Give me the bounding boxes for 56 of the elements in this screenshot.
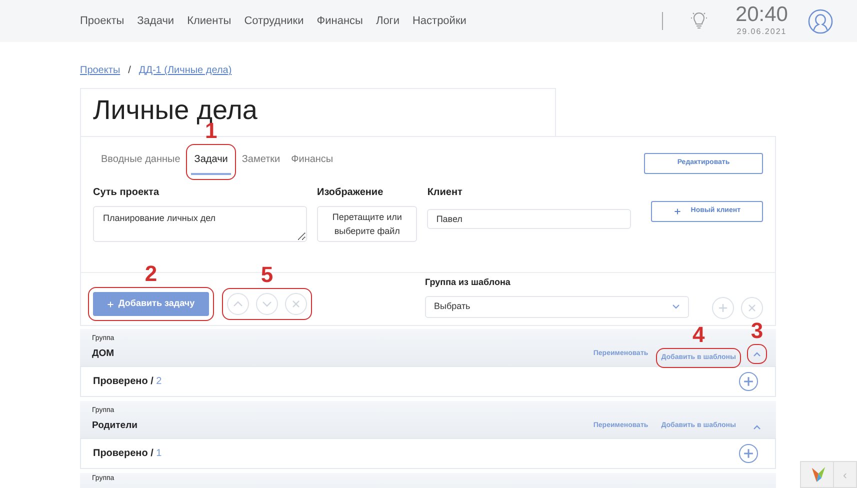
add-task-circle-button[interactable] xyxy=(739,372,758,391)
nav-link[interactable]: Логи xyxy=(376,12,400,30)
close-icon xyxy=(291,299,301,309)
lightbulb-icon[interactable] xyxy=(691,12,708,30)
summary-textarea[interactable]: Планирование личных дел xyxy=(93,206,307,242)
clock-date: 29.06.2021 xyxy=(736,26,787,38)
add-task-circle-button[interactable] xyxy=(739,444,758,463)
add-group-button[interactable] xyxy=(712,297,734,319)
field-label: Клиент xyxy=(427,186,464,200)
breadcrumb-link[interactable]: Проекты xyxy=(80,63,120,78)
nav-link[interactable]: Задачи xyxy=(137,12,174,30)
field-label: Суть проекта xyxy=(93,186,160,200)
client-input[interactable]: Павел xyxy=(427,209,632,229)
nav-link[interactable]: Клиенты xyxy=(187,12,232,30)
callout-frame xyxy=(186,144,236,180)
tab[interactable]: Вводные данные xyxy=(98,149,184,175)
chevron-down-icon xyxy=(262,299,272,309)
group-name: ДОМ xyxy=(92,346,114,361)
section-title: Проверено / 1 xyxy=(93,447,162,461)
plus-icon xyxy=(743,448,754,459)
nav-link[interactable]: Сотрудники xyxy=(244,12,304,30)
close-icon xyxy=(747,303,757,313)
breadcrumb-link[interactable]: ДД-1 (Личные дела) xyxy=(138,63,232,78)
logo-icon[interactable] xyxy=(810,466,827,483)
field-label: Группа из шаблона xyxy=(425,276,512,290)
move-down-button[interactable] xyxy=(256,293,278,315)
callout-number: 2 xyxy=(144,263,158,285)
callout-number: 4 xyxy=(692,324,705,346)
add-task-button[interactable]: Добавить задачу xyxy=(93,292,209,316)
move-up-button[interactable] xyxy=(227,293,249,315)
chevron-up-icon xyxy=(233,299,243,309)
breadcrumb-separator: / xyxy=(128,64,131,78)
callout-frame xyxy=(747,344,767,364)
chevron-down-icon xyxy=(672,304,680,310)
clear-button[interactable] xyxy=(741,297,763,319)
tab[interactable]: Финансы xyxy=(288,149,336,175)
plus-icon xyxy=(743,376,754,387)
template-select[interactable]: Выбрать xyxy=(425,296,689,318)
callout-number: 5 xyxy=(260,264,274,286)
group-name: Родители xyxy=(92,418,138,433)
nav-link[interactable]: Настройки xyxy=(412,12,466,30)
tab[interactable]: Заметки xyxy=(238,149,284,175)
tab[interactable]: Задачи xyxy=(191,149,231,175)
nav-link[interactable]: Финансы xyxy=(316,12,363,30)
plus-icon xyxy=(674,208,681,215)
callout-number: 3 xyxy=(750,320,764,342)
page-title: Личные дела xyxy=(93,97,258,124)
plus-icon xyxy=(718,303,728,313)
file-drop-zone[interactable]: Перетащите или выберите файл xyxy=(317,206,418,242)
plus-icon xyxy=(107,300,114,308)
section-title: Проверено / 2 xyxy=(93,375,162,389)
user-avatar-icon[interactable] xyxy=(808,8,833,34)
field-label: Изображение xyxy=(317,186,384,200)
nav-link[interactable]: Проекты xyxy=(80,12,124,30)
remove-button[interactable] xyxy=(285,293,307,315)
clock-time: 20:40 xyxy=(735,4,788,26)
